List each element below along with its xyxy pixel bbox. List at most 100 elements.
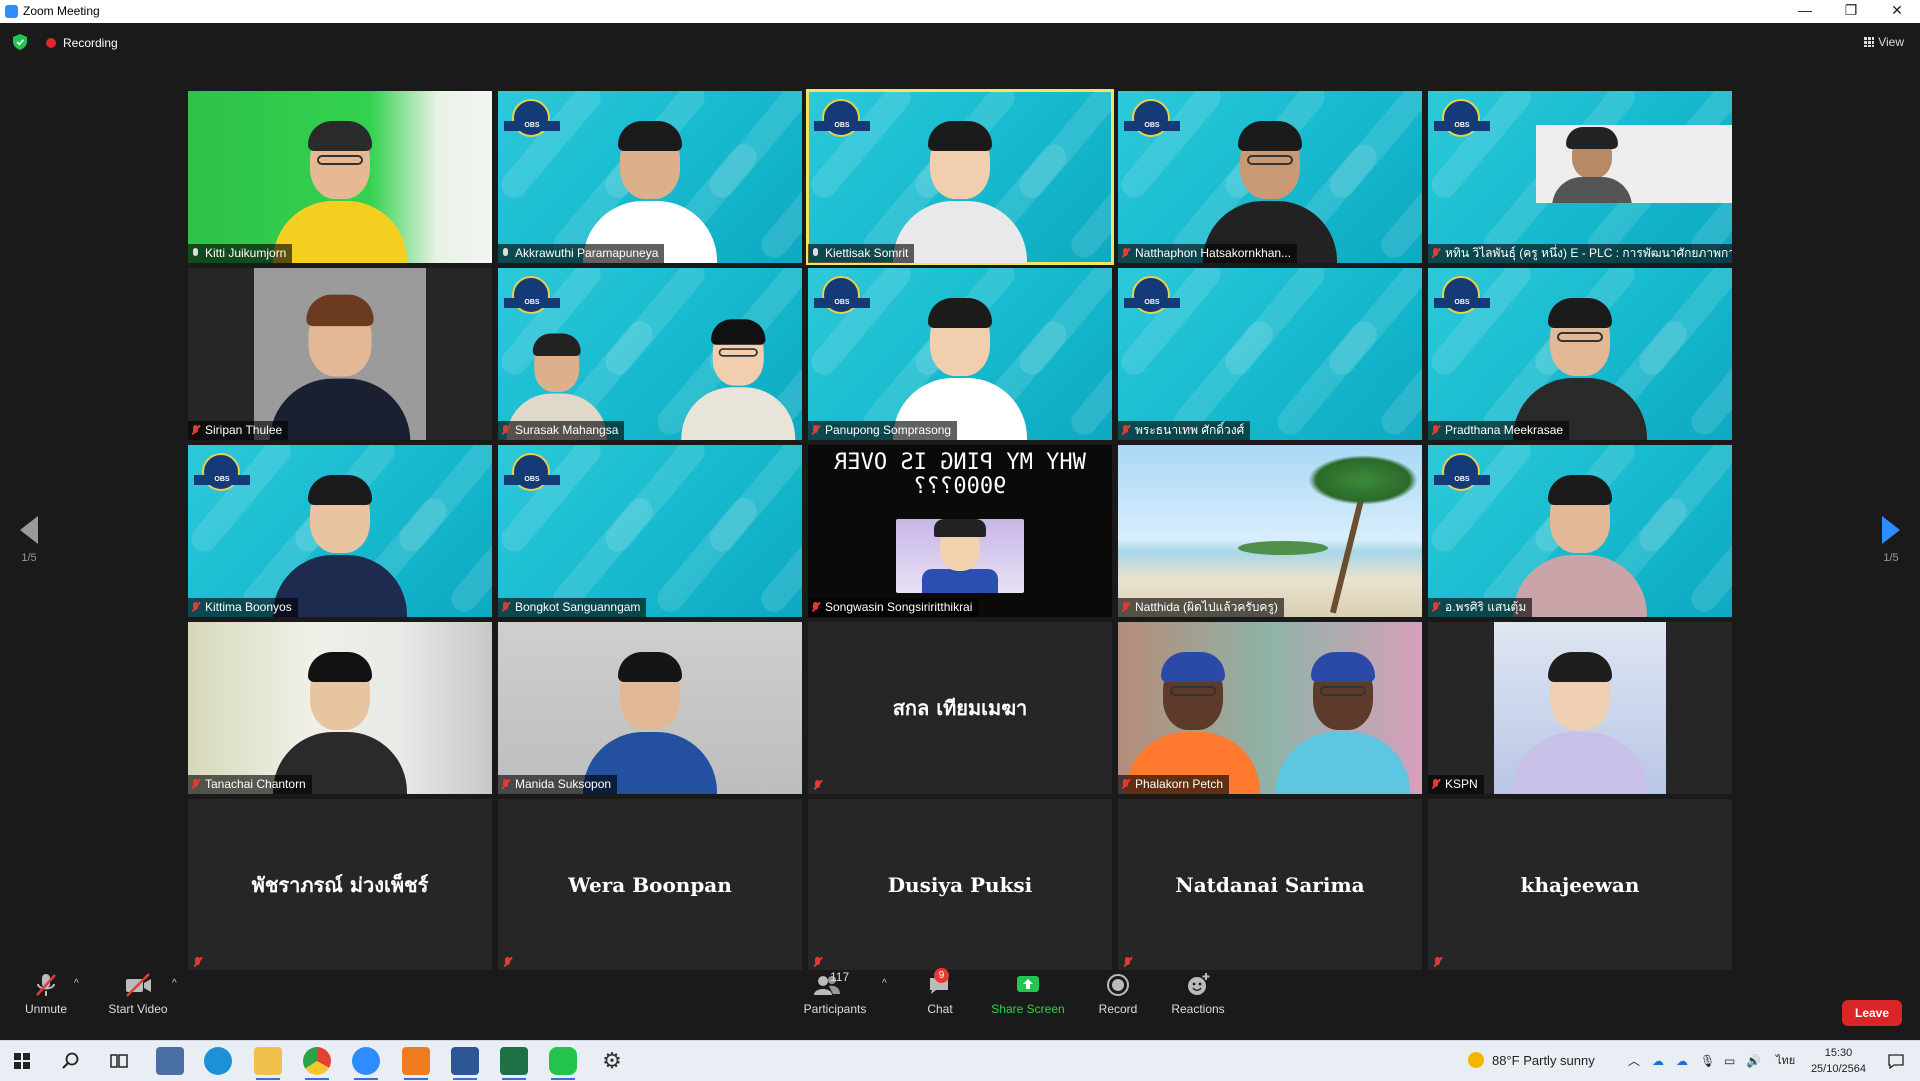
- minimize-button[interactable]: —: [1782, 0, 1828, 23]
- video-options-caret[interactable]: ^: [172, 978, 177, 989]
- calculator-icon[interactable]: [156, 1047, 184, 1075]
- sheets-app-icon[interactable]: [402, 1047, 430, 1080]
- participant-nametag: Kittima Boonyos: [188, 598, 298, 617]
- participant-tile[interactable]: OBS Panupong Somprasong: [808, 268, 1112, 440]
- participant-tile[interactable]: Natdanai Sarima: [1118, 799, 1422, 971]
- participant-name: Natthaphon Hatsakornkhan...: [1135, 246, 1292, 260]
- participant-nametag: พระธนาเทพ ศักดิ์วงศ์: [1118, 421, 1251, 440]
- line-app-icon[interactable]: [549, 1047, 577, 1080]
- mic-muted-icon: [814, 780, 821, 790]
- participant-tile[interactable]: OBS อ.พรศิริ แสนตุ้ม: [1428, 445, 1732, 617]
- participant-tile[interactable]: Kitti Juikumjorn: [188, 91, 492, 263]
- participant-video: [575, 113, 725, 263]
- event-logo: OBS: [1124, 274, 1180, 316]
- onedrive-icon[interactable]: ☁: [1652, 1041, 1664, 1081]
- participant-tile[interactable]: OBS Kiettisak Somrit: [806, 89, 1114, 265]
- mic-muted-icon: [812, 425, 819, 435]
- tray-chevron-icon[interactable]: ︿: [1628, 1041, 1640, 1081]
- windows-start-icon[interactable]: [14, 1053, 30, 1069]
- participant-tile[interactable]: Tanachai Chantorn: [188, 622, 492, 794]
- participant-video: [575, 644, 725, 794]
- volume-icon[interactable]: 🔊: [1746, 1041, 1761, 1081]
- restore-button[interactable]: ❐: [1828, 0, 1874, 23]
- windows-taskbar: ⚙ 88°F Partly sunny ︿ ☁ ☁ 🎙 ▭ 🔊 ไทย 15:3…: [0, 1040, 1920, 1081]
- previous-page-button[interactable]: 1/5: [4, 510, 54, 564]
- participant-tile[interactable]: KSPN: [1428, 622, 1732, 794]
- participant-tile[interactable]: OBS Bongkot Sanguanngam: [498, 445, 802, 617]
- event-logo: OBS: [814, 274, 870, 316]
- record-label: Record: [1098, 1002, 1138, 1016]
- participant-video: [1505, 290, 1655, 440]
- close-button[interactable]: ✕: [1874, 0, 1920, 23]
- search-icon[interactable]: [62, 1052, 80, 1070]
- participant-name: Panupong Somprasong: [825, 423, 952, 437]
- participant-tile[interactable]: OBS หทิน วิไลพันธุ์ (ครู หนึ่ง) E - PLC :…: [1428, 91, 1732, 263]
- excel-icon[interactable]: [500, 1047, 528, 1080]
- unmute-button[interactable]: Unmute: [20, 972, 72, 1016]
- participant-tile[interactable]: Natthida (ผิดไปแล้วครับครู): [1118, 445, 1422, 617]
- mic-muted-icon: [1122, 602, 1129, 612]
- start-video-button[interactable]: Start Video: [106, 972, 170, 1016]
- participant-nametag: อ.พรศิริ แสนตุ้ม: [1428, 598, 1533, 617]
- participant-video: [885, 290, 1035, 440]
- participant-tile[interactable]: WHY MY PING IS OVER 9000??? Songwasin Son…: [808, 445, 1112, 617]
- arrow-left-icon: [20, 516, 38, 544]
- participant-tile[interactable]: OBS Surasak Mahangsa: [498, 268, 802, 440]
- participant-nametag: Bongkot Sanguanngam: [498, 598, 647, 617]
- participant-video: [265, 113, 415, 263]
- chrome-icon[interactable]: [303, 1047, 331, 1080]
- shield-icon[interactable]: [13, 34, 27, 50]
- event-logo: OBS: [504, 451, 560, 493]
- participant-video: [261, 286, 419, 440]
- window-title: Zoom Meeting: [23, 4, 100, 18]
- network-icon[interactable]: ▭: [1724, 1041, 1735, 1081]
- participant-tile[interactable]: OBS พระธนาเทพ ศักดิ์วงศ์: [1118, 268, 1422, 440]
- participant-tile[interactable]: OBS Pradthana Meekrasae: [1428, 268, 1732, 440]
- notification-icon[interactable]: [1888, 1053, 1904, 1069]
- audio-options-caret[interactable]: ^: [74, 978, 79, 989]
- participant-tile[interactable]: Siripan Thulee: [188, 268, 492, 440]
- chat-label: Chat: [927, 1002, 953, 1016]
- participants-button[interactable]: 117 Participants: [800, 970, 870, 1016]
- participant-tile[interactable]: OBS Akkrawuthi Paramapuneya: [498, 91, 802, 263]
- weather-widget[interactable]: 88°F Partly sunny: [1468, 1041, 1595, 1081]
- task-view-icon[interactable]: [110, 1052, 128, 1070]
- word-icon[interactable]: [451, 1047, 479, 1080]
- record-button[interactable]: Record: [1094, 972, 1142, 1016]
- edge-browser-icon[interactable]: [204, 1047, 232, 1075]
- reactions-button[interactable]: Reactions: [1168, 972, 1228, 1016]
- page-indicator-right: 1/5: [1883, 552, 1899, 564]
- next-page-button[interactable]: 1/5: [1866, 510, 1916, 564]
- participant-tile[interactable]: Phalakorn Petch: [1118, 622, 1422, 794]
- participant-video: [265, 467, 415, 617]
- participants-options-caret[interactable]: ^: [882, 978, 887, 989]
- participant-tile[interactable]: Manida Suksopon: [498, 622, 802, 794]
- mic-muted-icon: [194, 957, 201, 967]
- participant-tile[interactable]: สกล เทียมเมฆา: [808, 622, 1112, 794]
- participant-tile[interactable]: พัชราภรณ์ ม่วงเพ็ชร์: [188, 799, 492, 971]
- unmute-label: Unmute: [24, 1002, 68, 1016]
- share-screen-button[interactable]: Share Screen: [990, 972, 1066, 1016]
- event-logo: OBS: [814, 97, 870, 139]
- reactions-label: Reactions: [1171, 1002, 1225, 1016]
- zoom-app-icon[interactable]: [352, 1047, 380, 1080]
- input-language[interactable]: ไทย: [1776, 1041, 1795, 1081]
- participant-tile[interactable]: OBS Natthaphon Hatsakornkhan...: [1118, 91, 1422, 263]
- participant-video: [1505, 644, 1655, 794]
- system-clock[interactable]: 15:30 25/10/2564: [1811, 1045, 1866, 1077]
- mic-icon: [192, 248, 199, 258]
- microphone-icon[interactable]: 🎙: [1700, 1041, 1715, 1081]
- file-explorer-icon[interactable]: [254, 1047, 282, 1080]
- participant-tile[interactable]: Wera Boonpan: [498, 799, 802, 971]
- settings-gear-icon[interactable]: ⚙: [598, 1047, 626, 1075]
- participant-tile[interactable]: Dusiya Puksi: [808, 799, 1112, 971]
- onedrive-business-icon[interactable]: ☁: [1676, 1041, 1688, 1081]
- leave-button[interactable]: Leave: [1842, 1000, 1902, 1026]
- chat-button[interactable]: 9 Chat: [920, 968, 960, 1016]
- participant-tile[interactable]: OBS Kittima Boonyos: [188, 445, 492, 617]
- participant-tile[interactable]: khajeewan: [1428, 799, 1732, 971]
- participant-display-name: Natdanai Sarima: [1175, 873, 1365, 897]
- mic-muted-icon: [192, 779, 199, 789]
- view-button[interactable]: View: [1864, 35, 1904, 49]
- recording-label[interactable]: Recording: [63, 36, 118, 50]
